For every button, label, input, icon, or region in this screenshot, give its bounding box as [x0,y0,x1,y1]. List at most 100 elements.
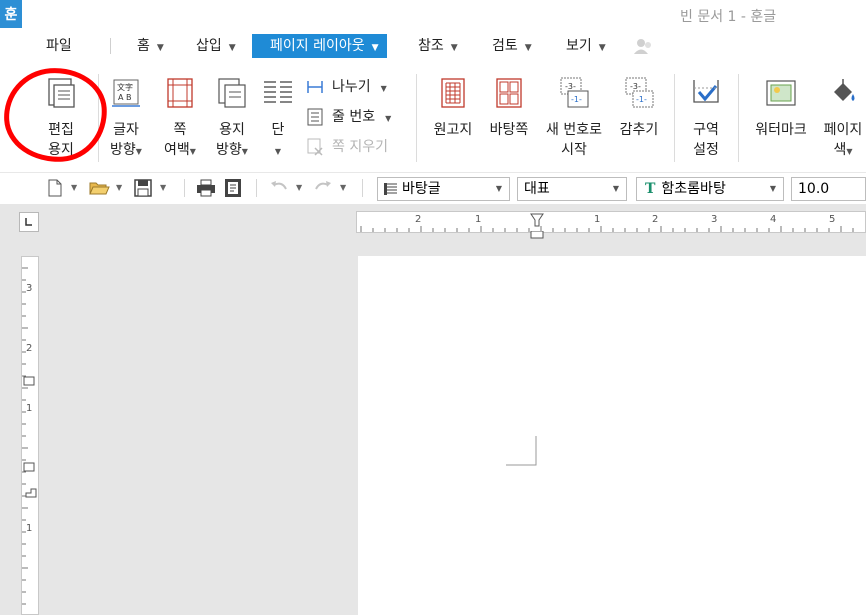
manuscript-grid-icon [441,78,465,108]
menu-bar: 파일 홈 ▼ 삽입 ▼ 페이지 레이아웃 ▼ 참조 ▼ 검토 ▼ 보기 ▼ [0,34,866,62]
chevron-down-icon: ▼ [524,43,532,53]
chevron-down-icon[interactable]: ▼ [71,183,77,192]
chevron-down-icon: ▼ [241,147,248,156]
ruler-ticks [22,267,37,605]
page-margin-button[interactable]: 쪽 여백▼ [160,76,200,162]
delete-page-button[interactable]: 쪽 지우기 [306,136,388,158]
svg-text:-3-: -3- [565,82,576,91]
chevron-down-icon: ▼ [189,147,196,156]
chevron-down-icon: ▼ [385,114,392,123]
section-settings-icon [693,80,719,103]
title-bar: 훈 빈 문서 1 - 훈글 [0,0,866,32]
toolbar-divider [184,179,185,197]
chevron-down-icon: ▼ [228,43,236,53]
menu-review[interactable]: 검토 ▼ [492,34,532,58]
ruler-label: 2 [652,214,659,225]
background-page-icon [496,78,522,108]
print-preview-icon[interactable] [222,177,244,199]
text-direction-button[interactable]: 文字 A B 글자 방향▼ [104,76,148,162]
horizontal-ruler[interactable]: 2 1 1 2 3 4 5 [356,211,866,233]
standard-toolbar: ▼ ▼ ▼ ▼ ▼ 바탕글 ▼ 대표 ▼ T 함초롬바탕 ▼ 10.0 [0,172,866,203]
window-title: 빈 문서 1 - 훈글 [680,9,777,25]
page-break-icon [307,81,323,93]
document-page[interactable] [358,256,866,615]
menu-file[interactable]: 파일 [46,34,72,58]
new-number-icon: -3- -1- [560,77,589,108]
delete-page-icon [307,138,323,156]
ruler-ticks [360,213,854,232]
chevron-down-icon: ▼ [135,147,142,156]
new-document-icon[interactable] [44,177,66,199]
menu-view[interactable]: 보기 ▼ [566,34,606,58]
chevron-down-icon[interactable]: ▼ [340,183,346,192]
columns-icon [264,81,292,103]
svg-text:-3-: -3- [630,82,641,91]
chevron-down-icon[interactable]: ▼ [116,183,122,192]
chevron-down-icon: ▼ [846,147,853,156]
paper-orientation-icon [218,78,246,108]
watermark-button[interactable]: 워터마크 [750,76,812,140]
save-icon[interactable] [132,177,154,199]
svg-text:-1-: -1- [636,95,647,104]
text-direction-icon: 文字A B [112,79,140,107]
font-select[interactable]: T 함초롬바탕 ▼ [636,177,784,201]
ruler-label: 5 [829,214,836,225]
divide-button[interactable]: 나누기 ▼ [306,76,387,98]
manuscript-paper-button[interactable]: 원고지 [430,76,476,140]
redo-icon[interactable] [312,177,334,199]
section-settings-button[interactable]: 구역 설정 [686,76,726,160]
undo-icon[interactable] [268,177,290,199]
new-number-start-button[interactable]: -3- -1- 새 번호로 시작 [542,76,606,160]
menu-home[interactable]: 홈 ▼ [137,34,164,58]
tab-type-selector-button[interactable] [19,212,39,232]
toolbar-divider [362,179,363,197]
paper-orientation-button[interactable]: 용지 방향▼ [212,76,252,162]
svg-text:-1-: -1- [571,95,582,104]
chevron-down-icon[interactable]: ▼ [160,183,166,192]
ruler-label: 1 [594,214,601,225]
user-account-icon[interactable] [633,37,653,55]
chevron-down-icon: ▼ [769,184,776,193]
ribbon-page-layout: 편집 용지 文字 A B 글자 방향▼ 쪽 여백▼ 용지 방향▼ 단 ▼ 나누기… [0,64,866,168]
chevron-down-icon: ▼ [380,84,387,93]
ribbon-divider [738,74,739,162]
ruler-label: 1 [475,214,482,225]
background-page-button[interactable]: 바탕쪽 [486,76,532,140]
ruler-label: 2 [26,343,33,354]
chevron-down-icon: ▼ [495,184,502,193]
chevron-down-icon: ▼ [598,43,606,53]
vertical-ruler[interactable]: 3 2 1 1 [21,256,39,615]
paint-bucket-icon [834,79,855,101]
menu-divider [110,38,111,54]
ribbon-divider [674,74,675,162]
chevron-down-icon: ▼ [371,43,379,53]
ruler-label: 1 [26,403,33,414]
menu-page-layout[interactable]: 페이지 레이아웃 ▼ [252,34,387,58]
paragraph-style-icon [384,183,397,195]
chevron-down-icon[interactable]: ▼ [296,183,302,192]
svg-text:文字: 文字 [117,82,133,92]
font-size-input[interactable]: 10.0 [791,177,866,201]
ruler-label: 1 [26,523,33,534]
ribbon-divider [416,74,417,162]
hide-page-number-icon: -3- -1- [625,77,654,108]
app-logo-icon[interactable]: 훈 [0,0,22,28]
document-workspace: 2 1 1 2 3 4 5 3 2 1 1 [0,204,866,615]
columns-button[interactable]: 단 ▼ [260,76,296,162]
hanging-indent-marker-icon[interactable] [530,231,544,239]
tab-stop-icon [25,218,32,226]
style-select[interactable]: 바탕글 ▼ [377,177,510,201]
hide-button[interactable]: -3- -1- 감추기 [616,76,662,140]
chevron-down-icon: ▼ [450,43,458,53]
menu-insert[interactable]: 삽입 ▼ [196,34,236,58]
print-icon[interactable] [195,177,217,199]
font-type-icon: T [645,181,656,197]
line-number-button[interactable]: 줄 번호 ▼ [306,106,391,128]
language-select[interactable]: 대표 ▼ [517,177,627,201]
page-color-button[interactable]: 페이지 색▼ [818,76,866,162]
chevron-down-icon: ▼ [612,184,619,193]
open-folder-icon[interactable] [88,177,110,199]
ruler-label: 3 [711,214,718,225]
menu-references[interactable]: 참조 ▼ [418,34,458,58]
watermark-icon [766,80,796,106]
